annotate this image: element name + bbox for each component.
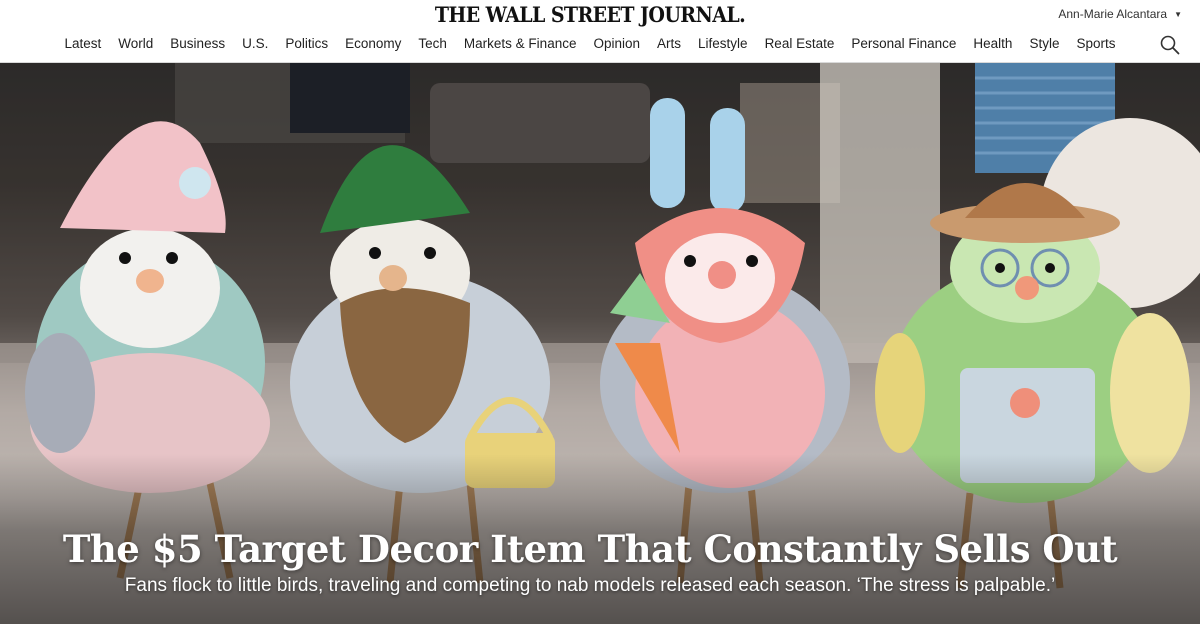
nav-item-tech[interactable]: Tech — [410, 36, 456, 51]
nav-item-u-s[interactable]: U.S. — [234, 36, 277, 51]
nav-item-politics[interactable]: Politics — [277, 36, 337, 51]
section-nav: Latest World Business U.S. Politics Economy Te… — [0, 36, 1180, 51]
caret-down-icon: ▼ — [1174, 9, 1182, 19]
nav-item-arts[interactable]: Arts — [649, 36, 690, 51]
nav-item-business[interactable]: Business — [162, 36, 234, 51]
nav-item-real-estate[interactable]: Real Estate — [756, 36, 843, 51]
hero-story[interactable]: The $5 Target Decor Item That Constantly… — [0, 63, 1200, 624]
nav-item-opinion[interactable]: Opinion — [585, 36, 649, 51]
nav-item-health[interactable]: Health — [965, 36, 1021, 51]
nav-item-latest[interactable]: Latest — [56, 36, 110, 51]
search-icon[interactable] — [1160, 35, 1180, 55]
user-menu[interactable]: Ann-Marie Alcantara ▼ — [1058, 7, 1182, 21]
story-headline[interactable]: The $5 Target Decor Item That Constantly… — [0, 527, 1180, 571]
nav-item-markets-finance[interactable]: Markets & Finance — [455, 36, 585, 51]
nav-item-personal-finance[interactable]: Personal Finance — [843, 36, 965, 51]
nav-item-lifestyle[interactable]: Lifestyle — [690, 36, 757, 51]
nav-item-style[interactable]: Style — [1021, 36, 1068, 51]
masthead-logo[interactable]: THE WALL STREET JOURNAL. — [0, 3, 1180, 28]
story-dek: Fans flock to little birds, traveling an… — [124, 575, 1056, 596]
user-name: Ann-Marie Alcantara — [1058, 7, 1168, 21]
nav-item-economy[interactable]: Economy — [337, 36, 410, 51]
site-header: THE WALL STREET JOURNAL. Ann-Marie Alcan… — [0, 0, 1200, 63]
nav-item-sports[interactable]: Sports — [1068, 36, 1124, 51]
nav-item-world[interactable]: World — [110, 36, 162, 51]
